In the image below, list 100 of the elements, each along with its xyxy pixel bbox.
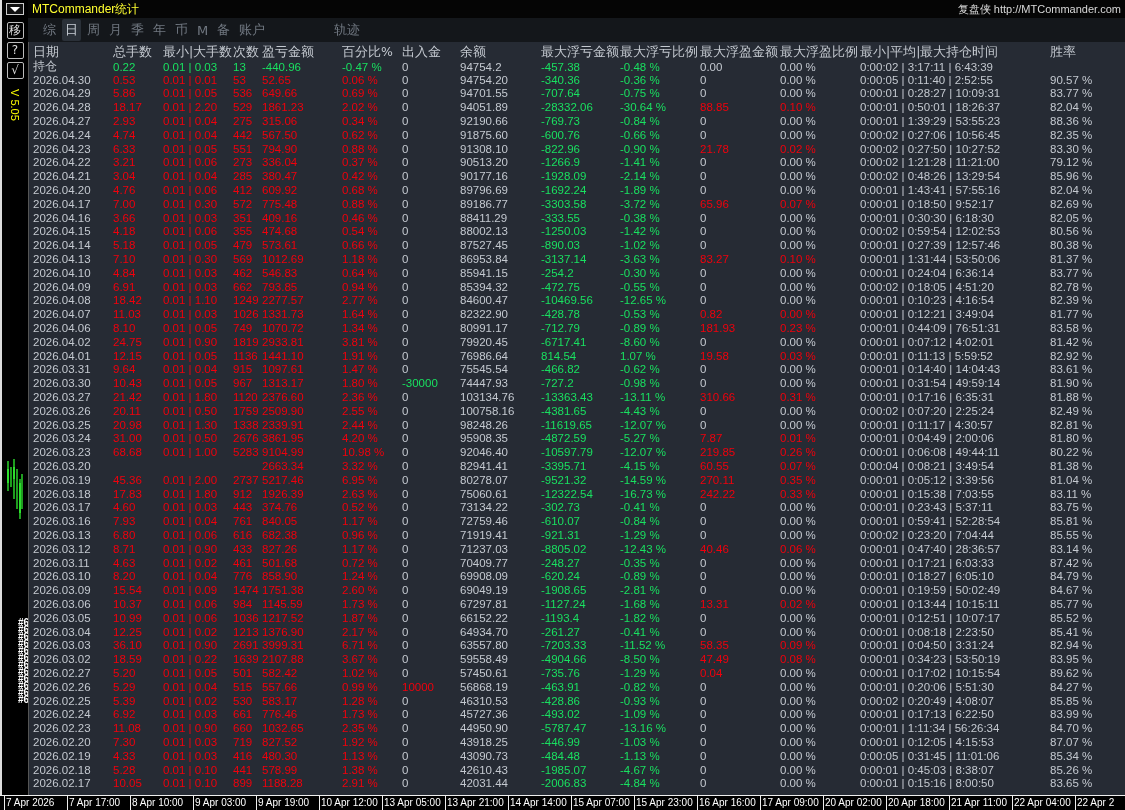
table-cell-text: 0 [700, 404, 708, 417]
table-cell-text: 5.28 [113, 763, 137, 776]
table-cell-text: 1012.69 [262, 253, 305, 266]
table-cell-text: 58.35 [700, 639, 730, 652]
tab[interactable]: 月 [106, 19, 125, 41]
tab[interactable]: 周 [84, 19, 103, 41]
table-cell-text: -1908.65 [541, 584, 588, 597]
table-cell-text: 0.00 % [780, 529, 817, 541]
table-cell-text: -0.55 % [620, 280, 661, 293]
table-cell-text: 0:00:04 | 0:08:21 | 3:49:54 [860, 460, 995, 472]
table-cell-text: 82.35 % [1050, 128, 1094, 141]
tab[interactable]: 日 [62, 19, 81, 41]
table-cell-text: 1.64 % [342, 308, 379, 321]
table-cell-text: 43918.25 [460, 735, 509, 748]
table-cell-text: 0.01 % [780, 432, 817, 445]
table-cell-text: 0 [402, 542, 410, 555]
table-cell-text: 0.00 % [780, 749, 817, 762]
table-cell-text: 0 [700, 584, 708, 597]
table-cell-text: -12.43 % [620, 542, 668, 555]
table-cell-text: 2376.60 [262, 391, 305, 403]
side-button[interactable]: √ [6, 62, 24, 79]
tab[interactable]: 季 [128, 19, 147, 41]
table-cell-text: 0 [700, 170, 708, 183]
table-cell-text: 5.20 [113, 666, 137, 679]
menu-icon[interactable] [6, 3, 24, 15]
table-cell-text: 10.05 [113, 777, 143, 790]
table-cell-text: 0.01 | 0.04 [163, 170, 219, 183]
table-cell-text: 0.46 % [342, 211, 379, 224]
table-cell-text: 1376.90 [262, 625, 305, 638]
table-cell-text: 0 [402, 473, 410, 486]
table-cell-text: 616 [233, 529, 254, 541]
table-cell-text: 1313.17 [262, 377, 305, 390]
table-cell-text: 412 [233, 184, 254, 197]
table-cell-text: 761 [233, 515, 254, 528]
table-cell-text: 80.38 % [1050, 239, 1094, 252]
table-cell-text: -4.43 % [620, 404, 661, 417]
table-cell-text: 85.26 % [1050, 763, 1094, 776]
side-button[interactable]: 移 [6, 22, 24, 39]
table-cell-text: -3.63 % [620, 253, 661, 266]
axis-label: 17 Apr 09:00 [760, 796, 823, 810]
table-cell-text: 12.15 [113, 349, 143, 362]
table-cell-text: -12.65 % [620, 294, 668, 307]
table-cell-text: 1120 [233, 391, 259, 403]
table-cell-text: 0:00:02 | 0:48:26 | 13:29:54 [860, 170, 1002, 183]
table-cell-text: -735.76 [541, 666, 581, 679]
table-cell-text: 6.33 [113, 142, 137, 155]
tab[interactable]: 年 [150, 19, 169, 41]
table-cell-text: 0.00 % [780, 280, 817, 293]
table-cell-text: 15.54 [113, 584, 143, 597]
table-cell-text: 56868.19 [460, 680, 509, 693]
table-cell-text: 0:00:01 | 0:30:30 | 6:18:30 [860, 211, 995, 224]
table-cell-text: 0.53 [113, 73, 137, 86]
table-cell-text: 0.26 % [780, 446, 817, 459]
table-cell-text: 0.37 % [342, 156, 379, 169]
table-cell-text: 661 [233, 708, 254, 721]
tab[interactable]: 币 [172, 19, 191, 41]
table-cell-text: 573.61 [262, 239, 299, 252]
table-cell-text: -822.96 [541, 142, 581, 155]
table-cell-text: 83.99 % [1050, 708, 1094, 721]
side-button[interactable]: ? [6, 42, 24, 59]
table-cell-text: 0.00 % [780, 211, 817, 224]
tab[interactable]: 轨迹 [331, 19, 364, 41]
tab[interactable]: 备 [214, 19, 234, 41]
table-cell-text: 0.52 % [342, 501, 379, 514]
site-label: 复盘侠 http://MTCommander.com [957, 1, 1121, 17]
table-cell-text: -0.30 % [620, 266, 661, 279]
table-cell-text: 219.85 [700, 446, 737, 459]
table-cell-text: 2.60 % [342, 584, 379, 597]
table-cell-text: 0:00:01 | 0:45:03 | 8:38:07 [860, 763, 995, 776]
table-cell-text: 0.01 | 0.02 [163, 694, 219, 707]
table-cell-text: 0.00 % [780, 418, 817, 431]
table-cell-text: 0.66 % [342, 239, 379, 252]
table-cell-text: 69908.09 [460, 570, 509, 583]
table-cell-text: -1.42 % [620, 225, 661, 238]
tab[interactable]: 综 [40, 19, 59, 41]
table-cell-text: 0.06 % [342, 73, 379, 86]
table-cell-text: 0:00:02 | 0:18:05 | 4:51:20 [860, 280, 995, 293]
table-cell-text: 2026.04.10 [33, 266, 92, 279]
table-cell-text: -1.13 % [620, 749, 661, 762]
table-cell-text: 2026.04.30 [33, 73, 92, 86]
table-cell-text: 0.01 | 0.05 [163, 239, 219, 252]
table-cell-text: 0.00 % [780, 156, 817, 169]
table-cell-text: 81.80 % [1050, 432, 1094, 445]
table-cell-text: -248.27 [541, 556, 581, 569]
table-cell-text: 0 [402, 101, 410, 114]
table-cell-text: 310.66 [700, 391, 737, 403]
table-cell-text: -610.07 [541, 515, 581, 528]
table-cell-text: 0:00:01 | 0:17:13 | 6:22:50 [860, 708, 995, 721]
table-cell-text: 2026.03.30 [33, 377, 92, 390]
table-cell-text: 2.36 % [342, 391, 379, 403]
table-cell-text: 0.00 % [780, 625, 817, 638]
tab[interactable]: M [194, 20, 212, 40]
table-cell-text: 0.00 % [780, 763, 817, 776]
chart-label: #6 [17, 646, 29, 654]
table-cell-text: -493.02 [541, 708, 581, 721]
tab[interactable]: 账户 [236, 19, 269, 41]
table-cell-text: 0.00 [700, 60, 724, 73]
table-cell-text: 2026.03.31 [33, 363, 92, 376]
table-cell-text: -921.31 [541, 529, 581, 541]
table-cell-text: 0.34 % [342, 115, 379, 128]
